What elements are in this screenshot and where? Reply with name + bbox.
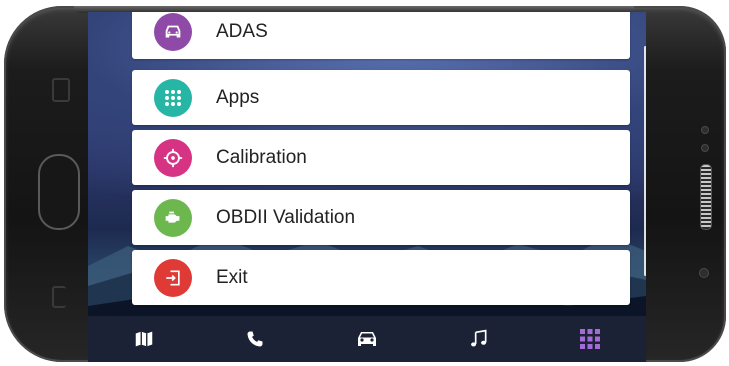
apps-grid-icon xyxy=(580,329,601,349)
home-button[interactable] xyxy=(38,154,80,230)
nav-music-button[interactable] xyxy=(449,319,509,359)
menu-item-adas[interactable]: ADAS xyxy=(132,12,630,59)
phone-frame: ADAS Apps Calibration OBDII Validation E… xyxy=(4,6,726,362)
bottom-nav xyxy=(88,316,646,362)
earpiece-speaker xyxy=(700,164,712,230)
menu-item-obdii-validation[interactable]: OBDII Validation xyxy=(132,190,630,245)
nav-map-button[interactable] xyxy=(114,319,174,359)
menu-item-label: Calibration xyxy=(216,146,307,168)
map-icon xyxy=(135,331,153,347)
menu-item-calibration[interactable]: Calibration xyxy=(132,130,630,185)
recent-apps-key[interactable] xyxy=(52,78,70,102)
car-icon xyxy=(154,12,192,51)
back-key[interactable] xyxy=(52,286,66,308)
scrollbar[interactable] xyxy=(644,46,646,276)
phone-icon xyxy=(247,331,263,347)
music-icon xyxy=(470,329,487,347)
menu-item-label: ADAS xyxy=(216,20,268,42)
screen: ADAS Apps Calibration OBDII Validation E… xyxy=(88,12,646,362)
front-camera xyxy=(701,126,709,134)
menu-item-exit[interactable]: Exit xyxy=(132,250,630,305)
menu-item-label: OBDII Validation xyxy=(216,206,356,228)
grid-icon xyxy=(154,78,192,117)
nav-phone-button[interactable] xyxy=(225,319,285,359)
car-icon xyxy=(357,332,376,346)
menu-item-label: Apps xyxy=(216,86,260,108)
nav-apps-button[interactable] xyxy=(560,319,620,359)
nav-car-button[interactable] xyxy=(337,319,397,359)
menu-item-apps[interactable]: Apps xyxy=(132,70,630,125)
exit-icon xyxy=(154,258,192,297)
crosshair-icon xyxy=(154,138,192,177)
proximity-sensor xyxy=(701,144,709,152)
light-sensor xyxy=(699,268,709,278)
engine-icon xyxy=(154,198,192,237)
menu-item-label: Exit xyxy=(216,266,248,288)
